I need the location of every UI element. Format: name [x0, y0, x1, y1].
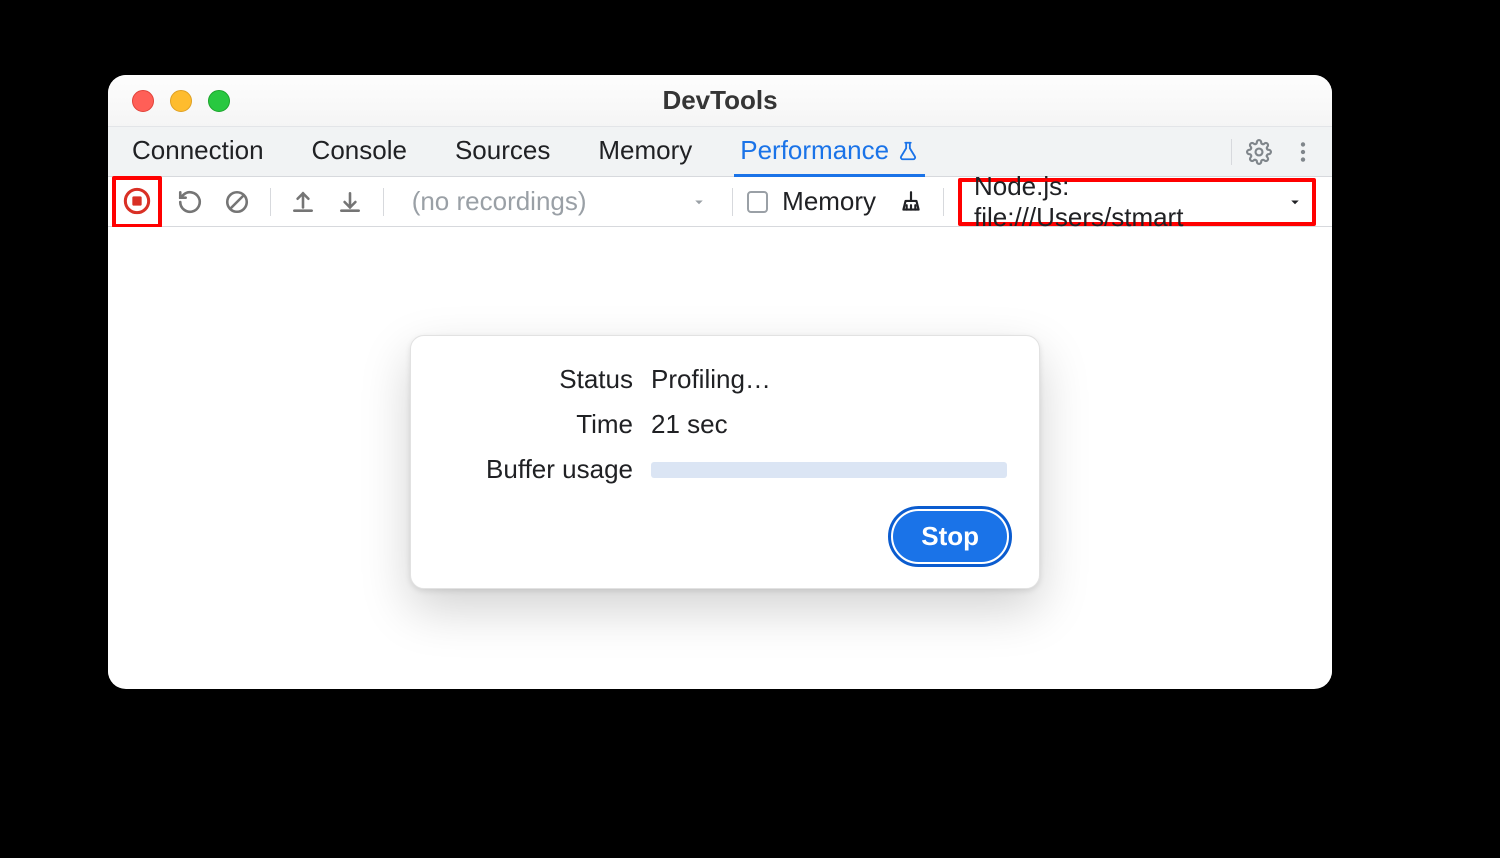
time-value: 21 sec	[651, 409, 1007, 440]
broom-icon	[898, 189, 924, 215]
tab-label: Performance	[740, 135, 889, 166]
upload-icon	[290, 189, 316, 215]
separator	[270, 188, 271, 216]
flask-icon	[897, 140, 919, 162]
tab-sources[interactable]: Sources	[449, 127, 556, 177]
download-profile-button[interactable]	[332, 183, 369, 221]
separator	[943, 188, 944, 216]
recordings-dropdown[interactable]: (no recordings)	[398, 184, 718, 220]
target-dropdown[interactable]: Node.js: file:///Users/stmart	[964, 184, 1310, 220]
minimize-window-button[interactable]	[170, 90, 192, 112]
devtools-window: DevTools Connection Console Sources Memo…	[108, 75, 1332, 689]
performance-toolbar: (no recordings) Memory Node.js: file:///…	[108, 177, 1332, 227]
stop-button[interactable]: Stop	[893, 511, 1007, 562]
window-controls	[132, 90, 230, 112]
buffer-label: Buffer usage	[443, 454, 633, 485]
close-window-button[interactable]	[132, 90, 154, 112]
tab-performance[interactable]: Performance	[734, 127, 925, 177]
settings-button[interactable]	[1242, 135, 1276, 169]
memory-checkbox[interactable]	[747, 191, 769, 213]
window-title: DevTools	[108, 85, 1332, 116]
target-label: Node.js: file:///Users/stmart	[974, 171, 1276, 233]
highlight-record	[112, 176, 162, 228]
download-icon	[337, 189, 363, 215]
titlebar: DevTools	[108, 75, 1332, 127]
profiling-status-dialog: Status Profiling… Time 21 sec Buffer usa…	[410, 335, 1040, 589]
tab-memory[interactable]: Memory	[592, 127, 698, 177]
status-label: Status	[443, 364, 633, 395]
zoom-window-button[interactable]	[208, 90, 230, 112]
collect-garbage-button[interactable]	[892, 183, 929, 221]
tab-label: Memory	[598, 135, 692, 166]
highlight-target: Node.js: file:///Users/stmart	[958, 178, 1316, 226]
reload-button[interactable]	[172, 183, 209, 221]
tab-label: Sources	[455, 135, 550, 166]
clear-button[interactable]	[219, 183, 256, 221]
cancel-icon	[224, 189, 250, 215]
tab-connection[interactable]: Connection	[126, 127, 270, 177]
tab-console[interactable]: Console	[306, 127, 413, 177]
kebab-icon	[1290, 139, 1316, 165]
memory-checkbox-label: Memory	[782, 186, 876, 217]
record-button[interactable]	[118, 182, 156, 220]
chevron-down-icon	[690, 193, 708, 211]
separator	[732, 188, 733, 216]
separator	[383, 188, 384, 216]
divider	[1231, 139, 1232, 165]
recordings-placeholder: (no recordings)	[412, 186, 587, 217]
record-stop-icon	[123, 187, 151, 215]
buffer-usage-bar	[651, 462, 1007, 478]
tab-label: Connection	[132, 135, 264, 166]
status-value: Profiling…	[651, 364, 1007, 395]
upload-profile-button[interactable]	[285, 183, 322, 221]
panel-tabs: Connection Console Sources Memory Perfor…	[108, 127, 1332, 177]
time-label: Time	[443, 409, 633, 440]
performance-panel-body: Status Profiling… Time 21 sec Buffer usa…	[108, 227, 1332, 687]
more-menu-button[interactable]	[1286, 135, 1320, 169]
chevron-down-icon	[1286, 193, 1304, 211]
reload-icon	[177, 189, 203, 215]
tab-label: Console	[312, 135, 407, 166]
gear-icon	[1246, 139, 1272, 165]
